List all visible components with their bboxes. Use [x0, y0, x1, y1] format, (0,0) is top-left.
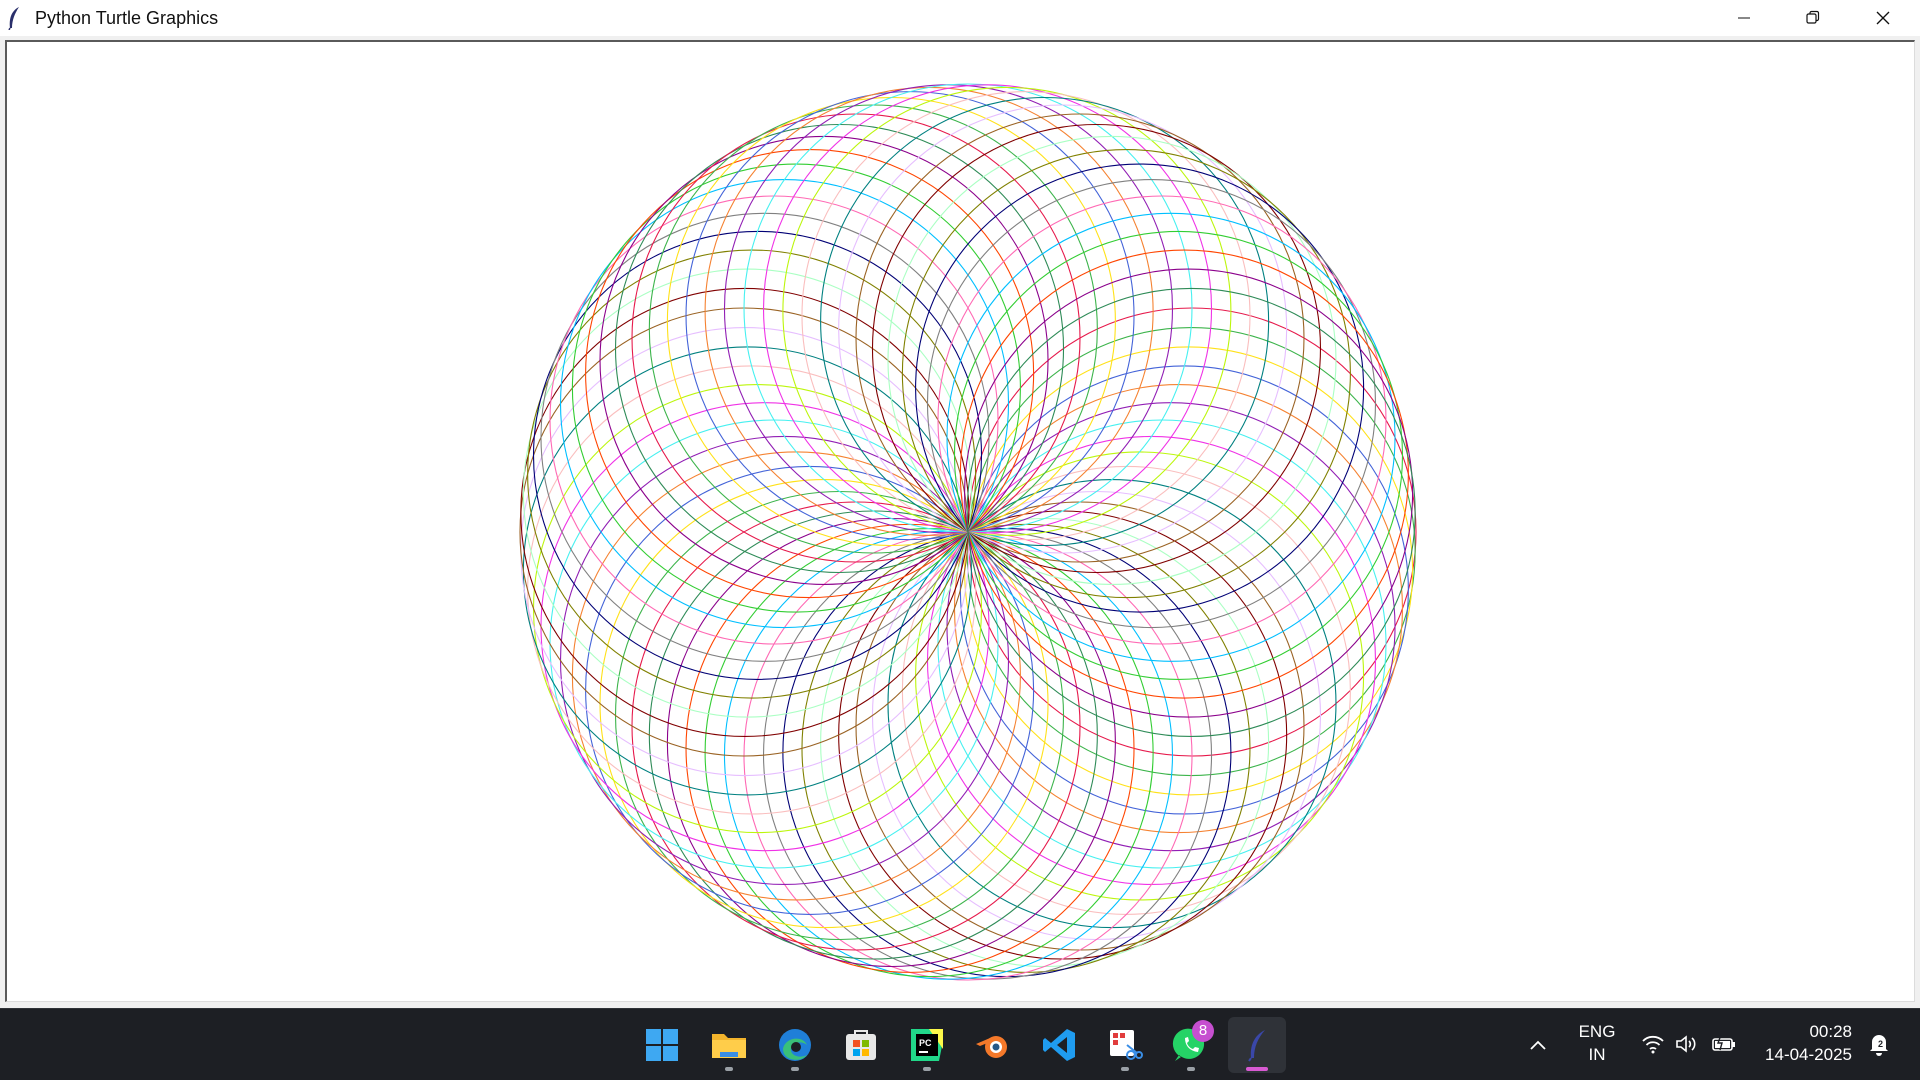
active-indicator — [1246, 1067, 1268, 1071]
edge-browser-icon — [779, 1029, 811, 1061]
taskbar-store[interactable] — [832, 1017, 890, 1073]
taskbar-whatsapp[interactable]: 8 — [1162, 1017, 1220, 1073]
spirograph-drawing — [519, 83, 1417, 981]
feather-icon — [1248, 1030, 1265, 1062]
start-button[interactable] — [633, 1017, 691, 1073]
language-indicator[interactable]: ENG — [1578, 1022, 1616, 1042]
spirograph-circles — [519, 83, 1417, 981]
notification-center-button[interactable]: 2 — [1864, 1030, 1894, 1058]
notification-count: 2 — [1878, 1039, 1883, 1049]
title-bar[interactable]: Python Turtle Graphics — [0, 0, 1920, 36]
pycharm-icon: PC — [911, 1029, 943, 1061]
clock-time[interactable]: 00:28 — [1740, 1022, 1852, 1042]
running-indicator — [725, 1067, 733, 1071]
taskbar-file-explorer[interactable] — [700, 1017, 758, 1073]
show-hidden-icons-button[interactable] — [1526, 1033, 1550, 1057]
restore-icon — [1806, 10, 1820, 24]
turtle-window: Python Turtle Graphics — [0, 0, 1920, 1008]
feather-icon — [7, 6, 21, 30]
taskbar-blender[interactable] — [964, 1017, 1022, 1073]
snipping-tool-icon — [1110, 1030, 1143, 1060]
maximize-button[interactable] — [1778, 0, 1848, 36]
volume-icon[interactable] — [1674, 1032, 1700, 1056]
window-title: Python Turtle Graphics — [35, 7, 219, 28]
blender-icon — [976, 1036, 1007, 1058]
running-indicator — [791, 1067, 799, 1071]
battery-icon[interactable] — [1710, 1032, 1738, 1056]
running-indicator — [923, 1067, 931, 1071]
taskbar-pycharm[interactable]: PC — [898, 1017, 956, 1073]
minimize-icon — [1738, 17, 1750, 19]
notification-bell-icon: 2 — [1870, 1035, 1888, 1056]
chevron-up-icon — [1530, 1040, 1546, 1050]
taskbar-edge[interactable] — [766, 1017, 824, 1073]
windows-logo-icon — [646, 1029, 678, 1061]
taskbar-python-turtle[interactable] — [1228, 1017, 1286, 1073]
taskbar-vscode[interactable] — [1030, 1017, 1088, 1073]
running-indicator — [1187, 1067, 1195, 1071]
running-indicator — [1121, 1067, 1129, 1071]
close-icon — [1876, 11, 1890, 25]
language-region[interactable]: IN — [1578, 1045, 1616, 1065]
minimize-button[interactable] — [1709, 0, 1779, 36]
taskbar-snipping-tool[interactable] — [1096, 1017, 1154, 1073]
taskbar: PC 8 — [0, 1008, 1920, 1080]
store-icon — [846, 1030, 876, 1060]
vscode-icon — [1043, 1029, 1075, 1061]
turtle-canvas[interactable] — [5, 40, 1915, 1002]
folder-icon — [712, 1034, 746, 1058]
notification-badge: 8 — [1192, 1020, 1214, 1042]
clock-date[interactable]: 14-04-2025 — [1740, 1045, 1852, 1065]
close-button[interactable] — [1848, 0, 1918, 36]
svg-text:PC: PC — [919, 1038, 932, 1048]
wifi-icon[interactable] — [1640, 1032, 1666, 1056]
